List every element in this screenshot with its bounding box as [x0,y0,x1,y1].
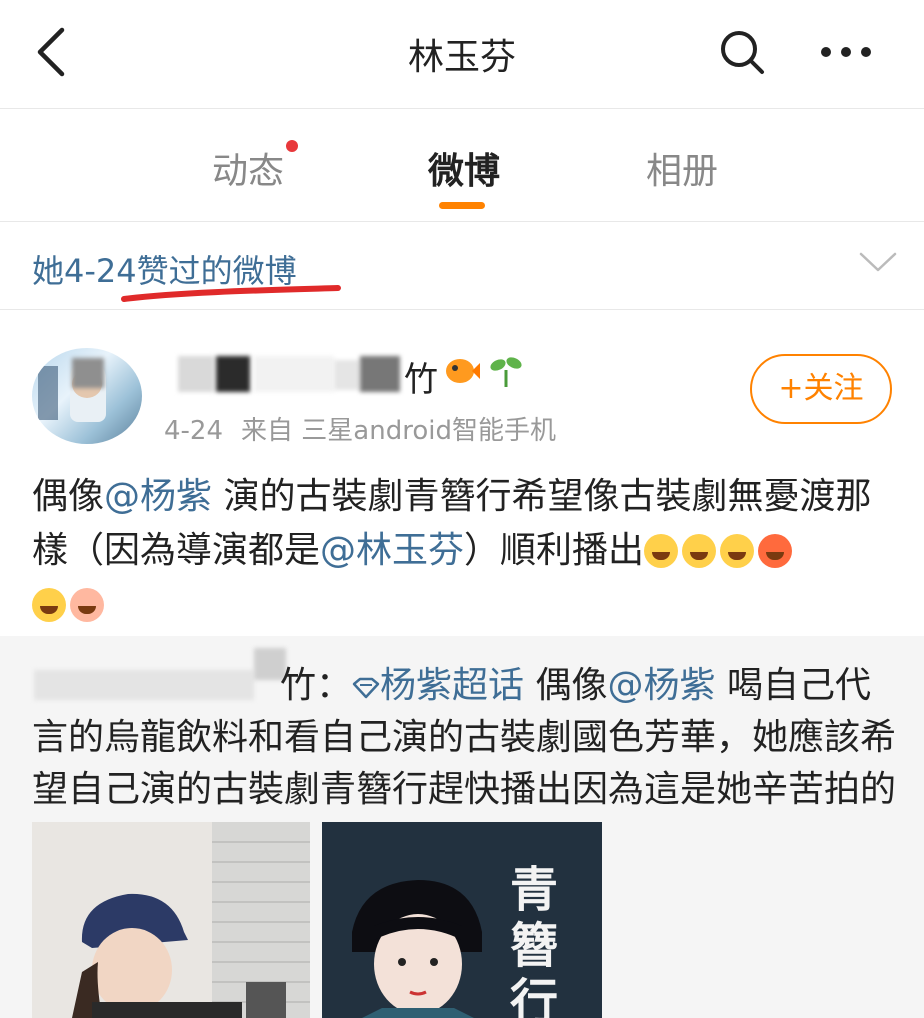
sprout-badge-icon [490,357,522,387]
tab-label: 动态 [212,151,285,192]
poster-title: 青簪行 [510,862,559,1018]
topic-label: 杨紫超话 [380,665,525,706]
tab-label: 相册 [646,151,719,192]
mention-link[interactable]: @杨紫 [608,665,716,706]
topic-link[interactable]: 杨紫超话 [352,665,524,706]
active-tab-indicator [439,202,485,209]
text-segment: 偶像 [524,665,608,706]
follow-button[interactable]: +关注 [750,354,892,424]
super-topic-icon [352,677,380,699]
tab-label: 微博 [428,151,501,192]
notification-dot [286,140,299,152]
text-segment: 偶像 [32,476,105,517]
emoji-icon [720,534,755,568]
emoji-icon [682,534,717,568]
chevron-down-icon[interactable] [858,250,898,274]
tab-weibo[interactable]: 微博 [428,142,500,194]
post-time: 4-24 [164,416,224,446]
post-content: 偶像@杨紫 演的古裝劇青簪行希望像古裝劇無憂渡那樣（因為導演都是@林玉芬）順利播… [32,470,902,632]
page-title: 林玉芬 [407,37,516,78]
mention-link[interactable]: @杨紫 [104,476,212,517]
username-visible[interactable]: 竹 [404,352,438,401]
search-icon[interactable] [718,28,766,76]
tab-dongtai[interactable]: 动态 [212,140,299,194]
fish-badge-icon [446,359,480,383]
avatar[interactable] [32,348,142,444]
emoji-icon [644,534,679,568]
emoji-icon [32,588,66,622]
repost-author[interactable]: 竹 [280,665,316,706]
more-dots-icon[interactable] [818,34,874,70]
top-nav-bar: 林玉芬 [0,0,924,109]
repost-image-2[interactable]: 青簪行 [322,822,602,1018]
post-meta: 4-24 来自 三星android智能手机 [164,410,556,447]
mention-link[interactable]: @林玉芬 [320,530,464,571]
emoji-icon [70,588,104,622]
post-source: 来自 三星android智能手机 [241,416,556,446]
username-blurred[interactable] [178,356,214,392]
text-segment: ： [316,665,353,706]
repost-text: 竹： 杨紫超话 偶像@杨紫 喝自己代言的烏龍飲料和看自己演的古裝劇國色芳華，她應該… [32,660,902,816]
text-segment: ）順利播出 [464,530,645,571]
repost-image-1[interactable] [32,822,310,1018]
tab-album[interactable]: 相册 [646,142,718,194]
red-annotation-underline [121,285,341,302]
emoji-icon [758,534,793,568]
